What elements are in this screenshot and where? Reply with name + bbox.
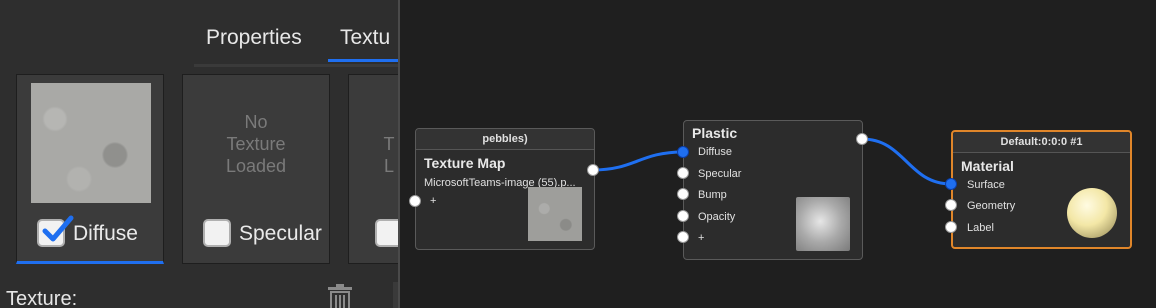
diffuse-label: Diffuse: [73, 222, 138, 245]
port-label-bump: Bump: [698, 189, 727, 201]
port-label-opacity: Opacity: [698, 211, 736, 223]
plastic-node[interactable]: Plastic Diffuse Specular Bump Opacity +: [683, 120, 863, 260]
plastic-diffuse-port[interactable]: [677, 146, 689, 158]
material-surface-port[interactable]: [945, 178, 957, 190]
material-node[interactable]: Default:0:0:0 #1 Material Surface Geomet…: [951, 130, 1132, 249]
plastic-opacity-port[interactable]: [677, 210, 689, 222]
plastic-output-port[interactable]: [856, 133, 868, 145]
texture-card-specular[interactable]: No Texture Loaded Specular: [182, 74, 330, 264]
no-texture-text-partial: T L: [383, 134, 395, 176]
checkmark-icon: [42, 215, 74, 242]
texture-section-label: Texture:: [6, 288, 78, 308]
texture-output-port[interactable]: [587, 164, 599, 176]
specular-checkbox[interactable]: [203, 219, 231, 247]
port-label-label: Label: [967, 222, 994, 234]
trash-icon[interactable]: [324, 284, 356, 308]
diffuse-checkbox[interactable]: [37, 215, 74, 247]
no-texture-text: No Texture Loaded: [225, 112, 287, 176]
diffuse-texture-thumbnail: [31, 83, 151, 203]
tab-properties[interactable]: Properties: [206, 26, 302, 50]
node-title: Material: [961, 158, 1014, 174]
texture-card-diffuse[interactable]: Diffuse: [16, 74, 164, 264]
texture-preview: [528, 187, 582, 241]
port-label-surface: Surface: [967, 179, 1005, 191]
node-header: Default:0:0:0 #1: [953, 132, 1130, 153]
active-tab-indicator: [328, 59, 398, 62]
material-geometry-port[interactable]: [945, 199, 957, 211]
texture-card-third[interactable]: T L: [348, 74, 398, 264]
tab-textures[interactable]: Textu: [340, 26, 390, 50]
material-label-port[interactable]: [945, 221, 957, 233]
node-graph-canvas[interactable]: pebbles) Texture Map MicrosoftTeams-imag…: [400, 0, 1156, 308]
wire-plastic-to-material: [861, 137, 952, 186]
properties-panel: Properties Textu Diffuse No Texture Load…: [0, 0, 398, 308]
material-preview-sphere: [1067, 188, 1117, 238]
port-label-geometry: Geometry: [967, 200, 1016, 212]
specular-label: Specular: [239, 222, 322, 245]
texture-map-node[interactable]: pebbles) Texture Map MicrosoftTeams-imag…: [415, 128, 595, 250]
port-label-add: +: [698, 232, 705, 244]
texture-add-input-port[interactable]: [409, 195, 421, 207]
node-header: pebbles): [416, 129, 594, 150]
node-title: Plastic: [692, 125, 738, 141]
wire-texture-to-plastic: [592, 150, 684, 172]
plastic-bump-port[interactable]: [677, 188, 689, 200]
add-port-label: +: [430, 195, 437, 207]
third-checkbox[interactable]: [375, 219, 398, 247]
plastic-preview: [796, 197, 850, 251]
plastic-add-port[interactable]: [677, 231, 689, 243]
tab-bar: Properties Textu: [194, 22, 398, 67]
port-label-specular: Specular: [698, 168, 742, 180]
node-title: Texture Map: [424, 155, 506, 171]
plastic-specular-port[interactable]: [677, 167, 689, 179]
port-label-diffuse: Diffuse: [698, 146, 733, 158]
